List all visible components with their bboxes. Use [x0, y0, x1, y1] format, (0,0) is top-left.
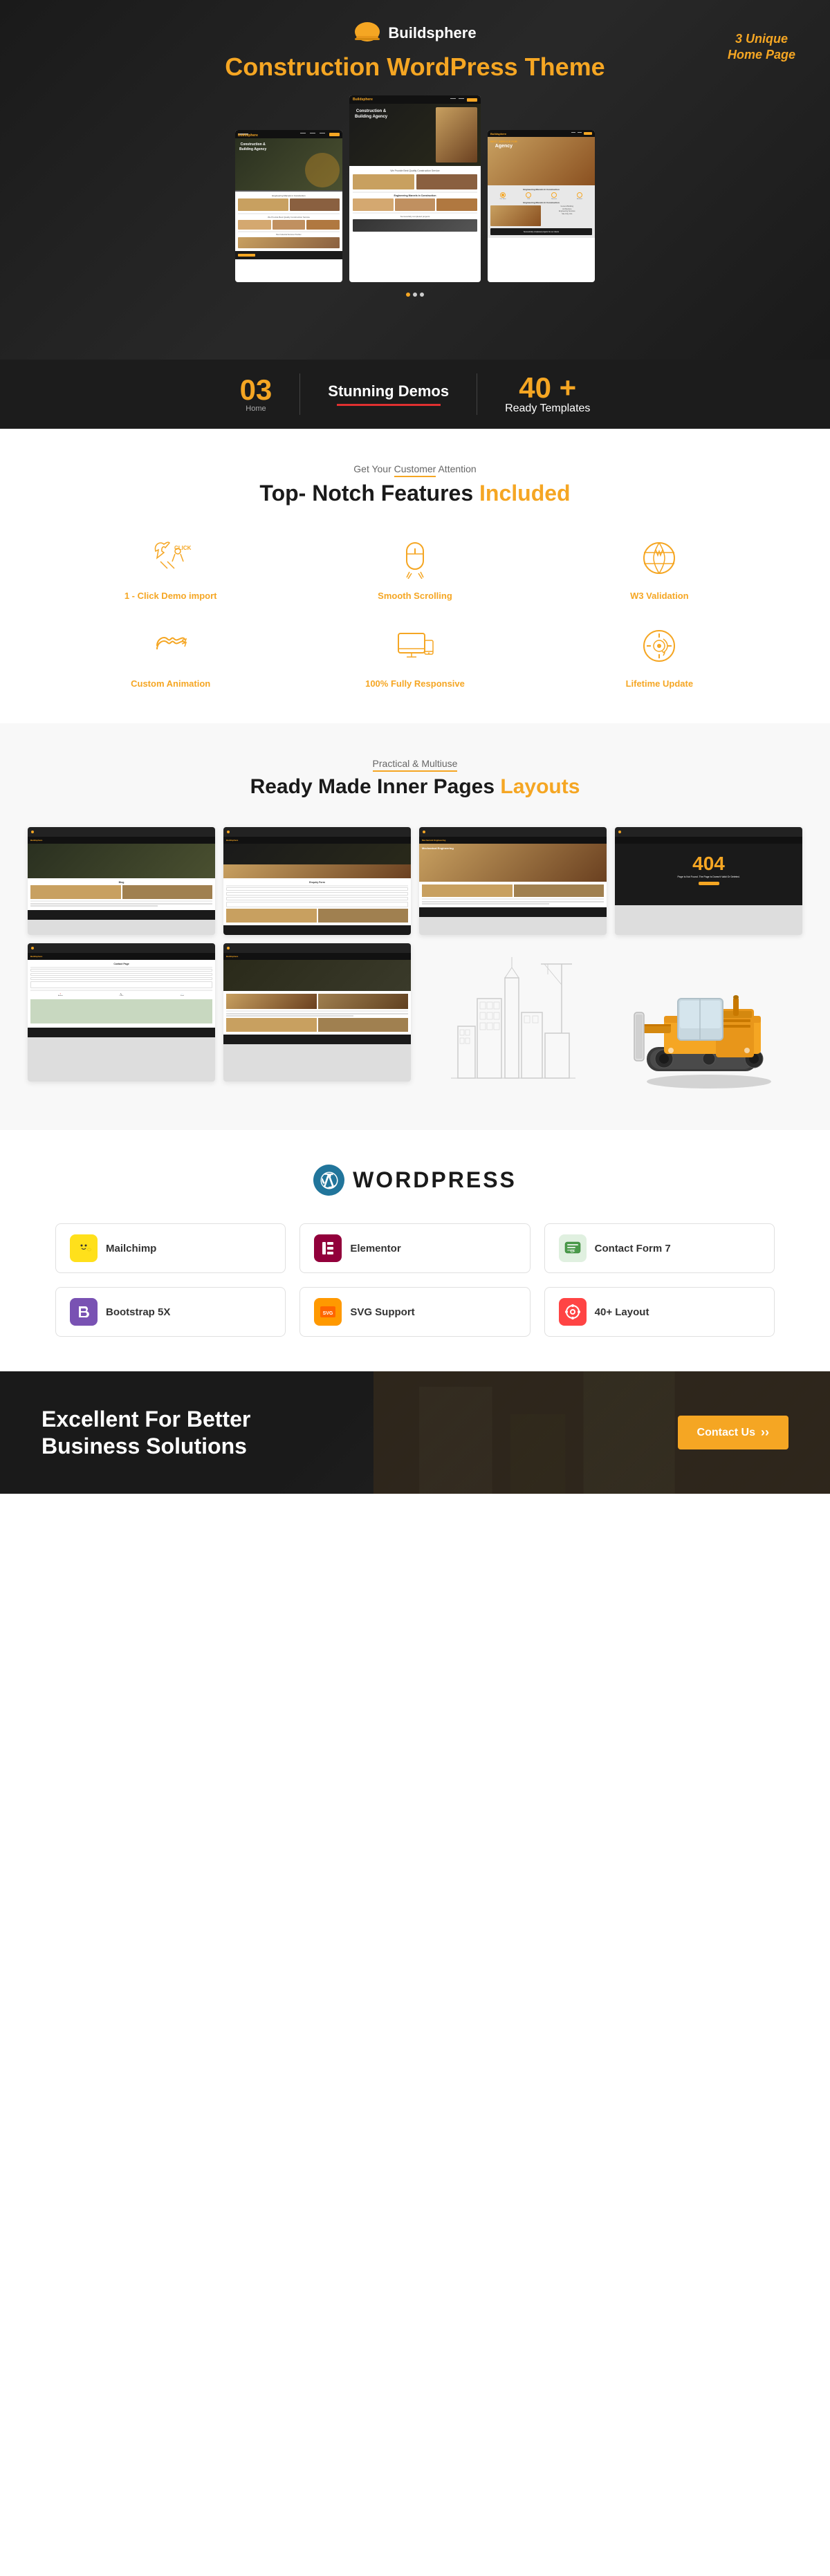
feature-custom-animation: Custom Animation [55, 622, 286, 689]
svg-text:CLICK: CLICK [174, 545, 192, 551]
features-section: Get Your Customer Attention Top- Notch F… [0, 429, 830, 723]
feature-lifetime-update: Lifetime Update [544, 622, 775, 689]
bulldozer-area [615, 943, 802, 1095]
feature-responsive: 100% Fully Responsive [299, 622, 530, 689]
demos-underline [337, 404, 441, 406]
plugins-row2: Bootstrap 5X SVG SVG Support [55, 1287, 775, 1337]
svg-icon: SVG [314, 1298, 342, 1326]
w3-icon [635, 534, 683, 582]
footer-title: Excellent For Better Business Solutions [42, 1406, 284, 1459]
w3-label: W3 Validation [544, 591, 775, 601]
page-services: Buildsphere [223, 943, 411, 1082]
svg-text:CF: CF [570, 1250, 575, 1254]
feature-demo-import: CLICK 1 - Click Demo import [55, 534, 286, 601]
bulldozer-svg [633, 950, 785, 1088]
cf7-label: Contact Form 7 [595, 1243, 671, 1254]
brand-name: Buildsphere [388, 24, 476, 42]
plugin-cf7: CF Contact Form 7 [544, 1223, 775, 1273]
lifetime-label: Lifetime Update [544, 678, 775, 689]
helmet-icon [353, 21, 381, 45]
bootstrap-label: Bootstrap 5X [106, 1306, 170, 1318]
wordpress-section: WORDPRESS Mailchimp [0, 1130, 830, 1371]
inner-pages-title: Ready Made Inner Pages Layouts [28, 775, 802, 799]
demo-import-label: 1 - Click Demo import [55, 591, 286, 601]
screenshot-center: Buildsphere Construction & Building Agen… [349, 95, 481, 282]
click-icon: CLICK [147, 534, 195, 582]
animation-label: Custom Animation [55, 678, 286, 689]
hero-section: 3 Unique Home Page Buildsphere Construct… [0, 0, 830, 360]
city-sketch-area [419, 943, 607, 1088]
inner-pages-subtitle: Practical & Multiuse [28, 758, 802, 769]
cf7-icon: CF [559, 1234, 587, 1262]
animation-icon [147, 622, 195, 670]
page-enquiry: Buildsphere Enquiry Form [223, 827, 411, 935]
hero-screenshots: Buildsphere Construction & Building Agen… [14, 95, 816, 282]
responsive-icon [391, 622, 439, 670]
page-mechanical: Mechanical Engineering Mechanical Engine… [419, 827, 607, 935]
contact-arrow-icon: ›› [761, 1425, 769, 1440]
stat-divider [299, 373, 300, 415]
smooth-scrolling-label: Smooth Scrolling [299, 591, 530, 601]
mouse-icon [391, 534, 439, 582]
page-contact: Buildsphere Contact Page 📍Address 📞Phone… [28, 943, 215, 1082]
404-number: 404 [620, 854, 797, 873]
layout-icon [559, 1298, 587, 1326]
demos-stat: Stunning Demos [328, 382, 449, 406]
home-stat: 03 Home [240, 376, 273, 413]
screenshot-left: Buildsphere Construction & Building Agen… [235, 130, 342, 282]
pages-grid-row1: Buildsphere Blog Buildsphere [28, 827, 802, 935]
wordpress-text: WORDPRESS [353, 1167, 517, 1193]
feature-w3: W3 Validation [544, 534, 775, 601]
ready-stat: 40 + Ready Templates [505, 373, 590, 415]
update-icon [635, 622, 683, 670]
contact-us-button[interactable]: Contact Us ›› [678, 1416, 788, 1449]
mailchimp-label: Mailchimp [106, 1243, 156, 1254]
mailchimp-icon [70, 1234, 98, 1262]
unique-badge: 3 Unique Home Page [728, 31, 795, 64]
plugins-grid: Mailchimp Elementor CF [55, 1223, 775, 1273]
brand-logo: Buildsphere [14, 21, 816, 45]
features-grid: CLICK 1 - Click Demo import Smooth Scrol… [55, 534, 775, 689]
responsive-label: 100% Fully Responsive [299, 678, 530, 689]
plugin-bootstrap: Bootstrap 5X [55, 1287, 286, 1337]
wordpress-icon [313, 1165, 344, 1196]
plugin-layout: 40+ Layout [544, 1287, 775, 1337]
plugin-elementor: Elementor [299, 1223, 530, 1273]
elementor-label: Elementor [350, 1243, 400, 1254]
svg-label: SVG Support [350, 1306, 414, 1318]
plugin-svg: SVG SVG Support [299, 1287, 530, 1337]
elementor-icon [314, 1234, 342, 1262]
bootstrap-icon [70, 1298, 98, 1326]
features-subtitle: Get Your Customer Attention [55, 463, 775, 474]
layout-label: 40+ Layout [595, 1306, 649, 1318]
city-sketch-svg [451, 943, 575, 1082]
wp-logo: WORDPRESS [55, 1165, 775, 1196]
ready-label: Ready Templates [505, 402, 590, 415]
footer-cta: Excellent For Better Business Solutions … [0, 1371, 830, 1494]
features-title: Top- Notch Features Included [55, 480, 775, 506]
home-number: 03 [240, 376, 273, 405]
stats-bar: 03 Home Stunning Demos 40 + Ready Templa… [0, 360, 830, 429]
page-blog: Buildsphere Blog [28, 827, 215, 935]
svg-text:SVG: SVG [323, 1311, 333, 1316]
hero-title: Construction WordPress Theme [14, 52, 816, 82]
feature-smooth-scrolling: Smooth Scrolling [299, 534, 530, 601]
inner-pages-section: Practical & Multiuse Ready Made Inner Pa… [0, 723, 830, 1130]
screenshot-right: Buildsphere BEST SERVICE FORAgency Engin… [488, 130, 595, 282]
plugin-mailchimp: Mailchimp [55, 1223, 286, 1273]
demos-label: Stunning Demos [328, 382, 449, 400]
ready-number: 40 + [505, 373, 590, 402]
page-404: 404 Page Is Not Found. The Page Is Doesn… [615, 827, 802, 935]
